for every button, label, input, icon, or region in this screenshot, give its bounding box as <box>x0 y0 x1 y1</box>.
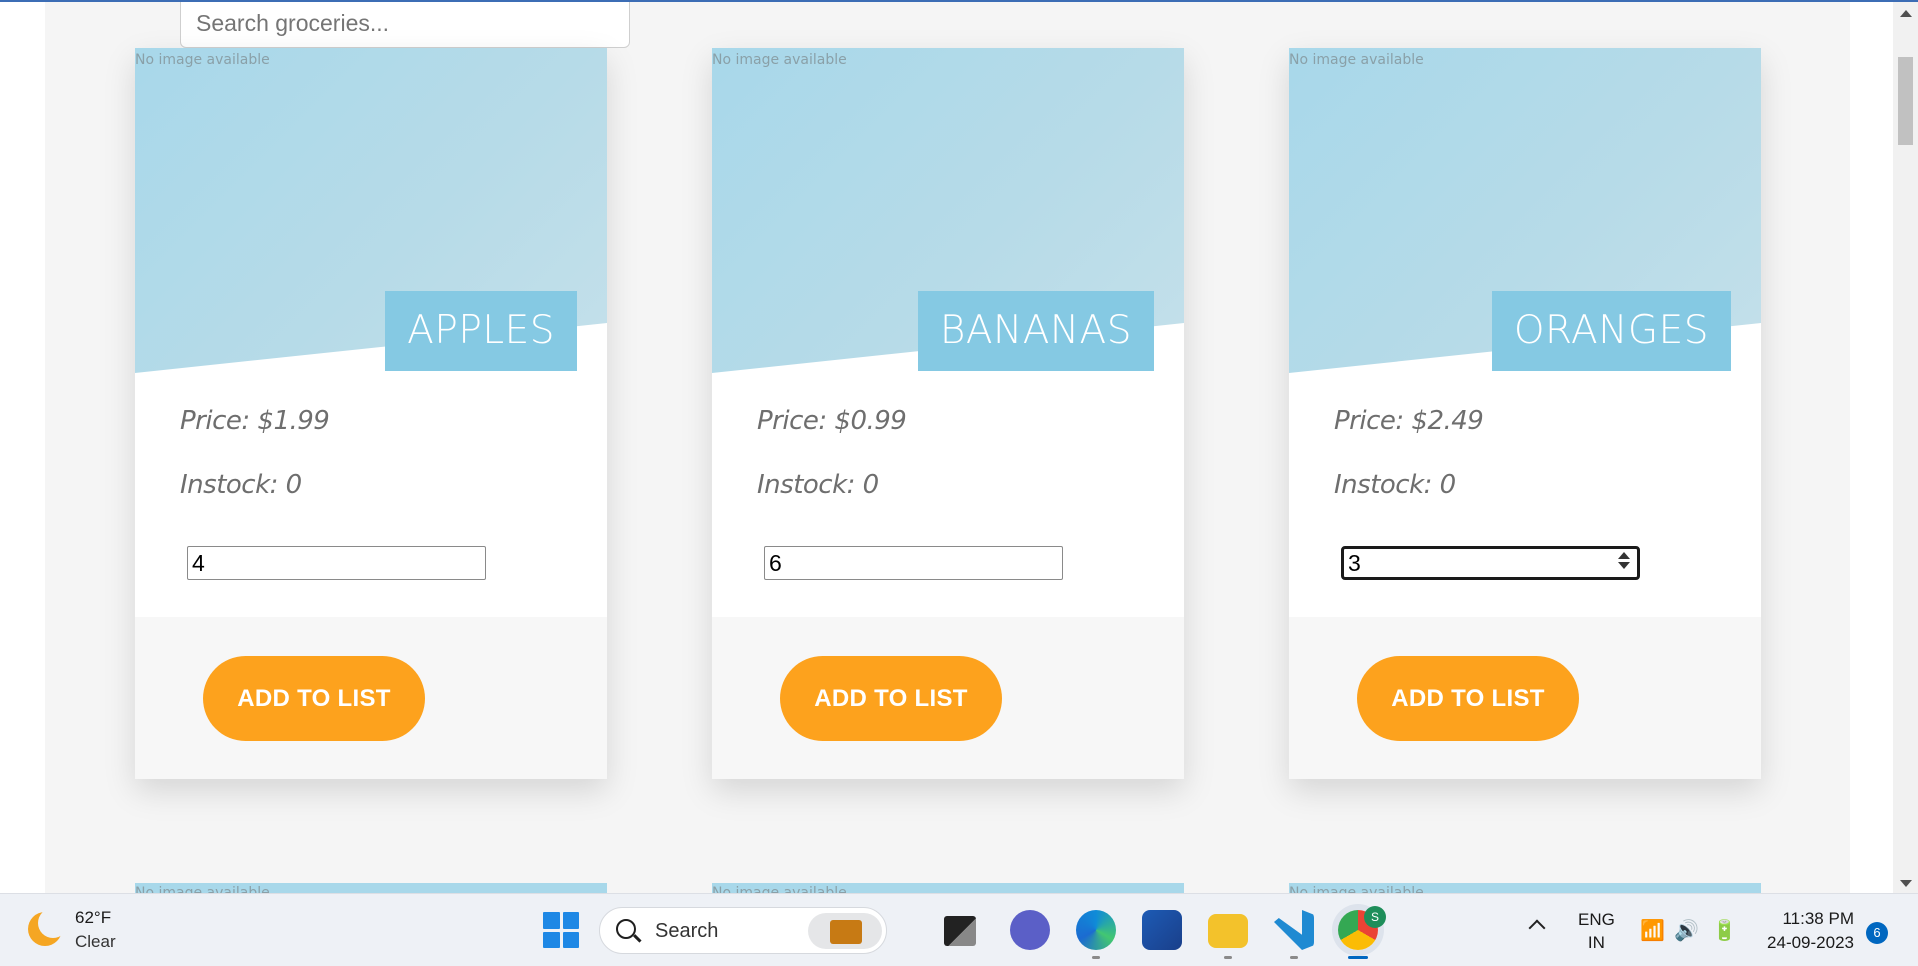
quantity-input[interactable] <box>187 546 486 580</box>
edge-icon[interactable] <box>1076 910 1116 950</box>
product-card-oranges: No image available ORANGES Price: $2.49 … <box>1289 48 1761 779</box>
weather-condition[interactable]: Clear <box>75 932 116 952</box>
no-image-text: No image available <box>712 52 847 68</box>
next-card-peek: No image available <box>135 883 607 893</box>
product-card-apples: No image available APPLES Price: $1.99 I… <box>135 48 607 779</box>
system-clock[interactable]: 11:38 PM 24-09-2023 <box>1762 907 1854 955</box>
search-input[interactable] <box>180 2 630 48</box>
product-stock: Instock: 0 <box>1334 470 1456 500</box>
product-name: BANANAS <box>917 291 1154 371</box>
start-icon[interactable] <box>541 910 581 950</box>
store-icon[interactable] <box>1142 910 1182 950</box>
taskbar: 62°F Clear Search S ENG IN 📶 🔊 🔋 11:38 P… <box>0 893 1918 966</box>
search-icon <box>616 919 636 939</box>
chevron-up-icon[interactable] <box>1528 919 1546 937</box>
next-card-peek: No image available <box>712 883 1184 893</box>
briefcase-icon <box>808 913 882 949</box>
quantity-stepper <box>1341 546 1640 580</box>
add-to-list-button[interactable]: ADD TO LIST <box>1357 656 1579 741</box>
task-view-icon[interactable] <box>944 916 976 946</box>
weather-temperature[interactable]: 62°F <box>75 908 111 928</box>
profile-badge: S <box>1364 906 1386 928</box>
spinner-up-icon[interactable] <box>1618 552 1630 559</box>
product-name: ORANGES <box>1491 291 1731 371</box>
no-image-text: No image available <box>135 52 270 68</box>
scroll-thumb[interactable] <box>1898 57 1913 145</box>
quantity-input[interactable] <box>1341 546 1640 580</box>
teams-icon[interactable] <box>1010 910 1050 950</box>
spinner-down-icon[interactable] <box>1618 562 1630 569</box>
product-price: Price: $1.99 <box>180 406 330 436</box>
moon-icon[interactable] <box>28 908 68 946</box>
grocery-page: No image available APPLES Price: $1.99 I… <box>45 2 1850 893</box>
product-name: APPLES <box>385 291 577 371</box>
notification-badge[interactable]: 6 <box>1866 922 1888 944</box>
vscode-icon[interactable] <box>1274 910 1314 950</box>
quantity-input[interactable] <box>764 546 1063 580</box>
product-stock: Instock: 0 <box>180 470 302 500</box>
battery-icon[interactable]: 🔋 <box>1712 918 1737 943</box>
next-card-peek: No image available <box>1289 883 1761 893</box>
no-image-text: No image available <box>1289 52 1424 68</box>
language-indicator[interactable]: ENG IN <box>1578 908 1615 954</box>
scroll-up-icon[interactable] <box>1900 10 1912 17</box>
volume-icon[interactable]: 🔊 <box>1674 918 1699 943</box>
add-to-list-button[interactable]: ADD TO LIST <box>780 656 1002 741</box>
product-card-bananas: No image available BANANAS Price: $0.99 … <box>712 48 1184 779</box>
product-price: Price: $0.99 <box>757 406 907 436</box>
product-price: Price: $2.49 <box>1334 406 1484 436</box>
file-explorer-icon[interactable] <box>1208 914 1248 948</box>
product-stock: Instock: 0 <box>757 470 879 500</box>
browser-viewport: No image available APPLES Price: $1.99 I… <box>0 0 1918 893</box>
taskbar-search-label: Search <box>655 920 719 942</box>
scroll-down-icon[interactable] <box>1900 880 1912 887</box>
wifi-icon[interactable]: 📶 <box>1640 918 1665 943</box>
vertical-scrollbar[interactable] <box>1893 2 1918 893</box>
spinner-arrows[interactable] <box>1616 549 1632 575</box>
taskbar-search[interactable]: Search <box>599 907 887 954</box>
add-to-list-button[interactable]: ADD TO LIST <box>203 656 425 741</box>
